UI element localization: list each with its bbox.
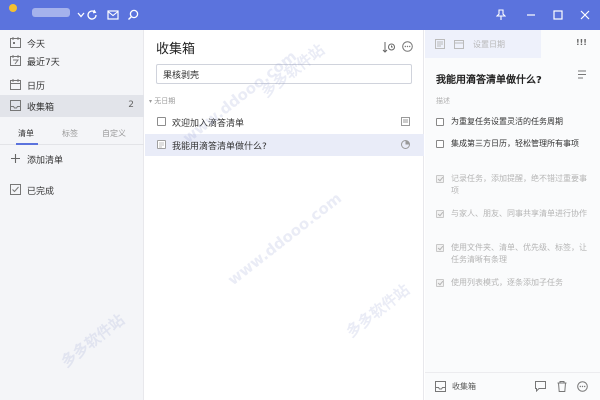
tab-custom[interactable]: 自定义	[102, 128, 126, 139]
subtask-text: 使用文件夹、清单、优先级、标签，让任务清晰有条理	[451, 243, 587, 264]
active-tab-indicator	[16, 143, 38, 145]
trash-icon[interactable]	[557, 381, 567, 395]
sort-icon[interactable]	[382, 41, 395, 56]
inbox-icon	[10, 100, 21, 111]
sidebar-item-completed[interactable]: 已完成	[0, 179, 144, 201]
sidebar-item-next7days[interactable]: 最近7天	[0, 50, 144, 72]
subtask-item[interactable]: 集成第三方日历，轻松管理所有事项	[436, 138, 594, 164]
date-placeholder: 设置日期	[473, 40, 505, 49]
detail-footer: 收集箱	[425, 372, 600, 400]
today-icon	[10, 37, 21, 48]
subtask-item[interactable]: 使用文件夹、清单、优先级、标签，让任务清晰有条理	[436, 242, 594, 268]
subtask-item[interactable]: 与家人、朋友、同事共享清单进行协作	[436, 208, 594, 234]
page-title: 收集箱	[156, 42, 196, 57]
section-label: 无日期	[154, 97, 176, 105]
minimize-icon[interactable]	[518, 0, 544, 30]
subtask-text: 集成第三方日历，轻松管理所有事项	[451, 139, 579, 148]
calendar-icon	[454, 39, 464, 52]
date-picker[interactable]: 设置日期	[425, 30, 541, 58]
subtask-text: 使用列表模式，逐条添加子任务	[451, 278, 563, 287]
calendar-icon	[10, 79, 21, 90]
task-row[interactable]: 欢迎加入滴答清单	[145, 111, 424, 133]
task-detail-panel: 设置日期 !!! 我能用滴答清单做什么? 描述 为重复任务设置灵活的任务周期 集…	[425, 30, 600, 400]
subtask-checkbox-checked[interactable]	[436, 279, 444, 287]
more-icon[interactable]	[577, 381, 588, 395]
add-task-field[interactable]	[157, 65, 411, 83]
subtask-checkbox[interactable]	[436, 140, 444, 148]
description-field[interactable]: 描述	[436, 96, 450, 106]
comment-icon[interactable]	[535, 381, 546, 395]
checkbox-checked-icon	[10, 184, 21, 195]
detail-header: 设置日期 !!!	[425, 30, 600, 58]
move-to-list-button[interactable]: 收集箱	[452, 381, 476, 392]
close-icon[interactable]	[572, 0, 598, 30]
add-task-input[interactable]	[156, 64, 412, 84]
plus-icon	[10, 153, 21, 164]
task-list-panel: 收集箱 ▾ 无日期 欢迎加入滴答清单 我能用滴答清单做什么?	[145, 30, 424, 400]
subtask-item[interactable]: 使用列表模式，逐条添加子任务	[436, 277, 594, 291]
subtask-checkbox-checked[interactable]	[436, 244, 444, 252]
search-icon[interactable]	[120, 0, 146, 30]
add-list-button[interactable]: 添加清单	[0, 148, 144, 170]
subtask-text: 记录任务，添加提醒，绝不错过重要事项	[451, 174, 587, 195]
task-row[interactable]: 我能用滴答清单做什么?	[145, 134, 424, 156]
sidebar: 今天 最近7天 日历 收集箱 2 清单 标签 自定义 添加清单 已完成	[0, 30, 144, 400]
list-tabs: 清单 标签 自定义	[0, 125, 144, 145]
sidebar-item-label: 日历	[27, 82, 46, 92]
pin-icon[interactable]	[488, 0, 514, 30]
avatar[interactable]	[9, 4, 17, 12]
subtask-checkbox-checked[interactable]	[436, 210, 444, 218]
add-list-label: 添加清单	[27, 156, 64, 166]
task-checklist-icon[interactable]	[157, 140, 166, 149]
more-icon[interactable]	[402, 41, 413, 55]
inbox-count-badge: 2	[128, 100, 134, 110]
sidebar-item-label: 最近7天	[27, 58, 60, 68]
chevron-down-icon: ▾	[149, 98, 153, 105]
list-format-icon[interactable]	[577, 70, 587, 82]
section-header[interactable]: ▾ 无日期	[149, 96, 175, 106]
detail-title[interactable]: 我能用滴答清单做什么?	[436, 71, 542, 86]
task-title: 欢迎加入滴答清单	[172, 119, 245, 129]
subtask-item[interactable]: 为重复任务设置灵活的任务周期	[436, 116, 594, 130]
sidebar-item-inbox[interactable]: 收集箱 2	[0, 95, 144, 117]
task-checkbox[interactable]	[157, 117, 166, 126]
week-icon	[10, 55, 21, 66]
sidebar-item-calendar[interactable]: 日历	[0, 74, 144, 96]
subtask-item[interactable]: 记录任务，添加提醒，绝不错过重要事项	[436, 173, 594, 199]
sidebar-item-label: 已完成	[27, 187, 55, 197]
subtask-text: 为重复任务设置灵活的任务周期	[451, 117, 563, 126]
title-bar	[0, 0, 600, 30]
progress-icon	[401, 140, 410, 149]
tab-lists[interactable]: 清单	[18, 128, 34, 139]
sidebar-item-label: 今天	[27, 40, 46, 50]
tab-tags[interactable]: 标签	[62, 128, 78, 139]
subtask-checkbox-checked[interactable]	[436, 175, 444, 183]
sidebar-item-label: 收集箱	[27, 103, 55, 113]
username-label[interactable]	[32, 8, 70, 17]
priority-icon[interactable]: !!!	[576, 38, 587, 47]
checklist-icon[interactable]	[435, 39, 445, 52]
subtask-text: 与家人、朋友、同事共享清单进行协作	[451, 209, 587, 218]
maximize-icon[interactable]	[545, 0, 571, 30]
task-title: 我能用滴答清单做什么?	[172, 142, 267, 152]
note-icon	[401, 117, 410, 126]
subtask-checkbox[interactable]	[436, 118, 444, 126]
inbox-icon	[435, 381, 446, 395]
